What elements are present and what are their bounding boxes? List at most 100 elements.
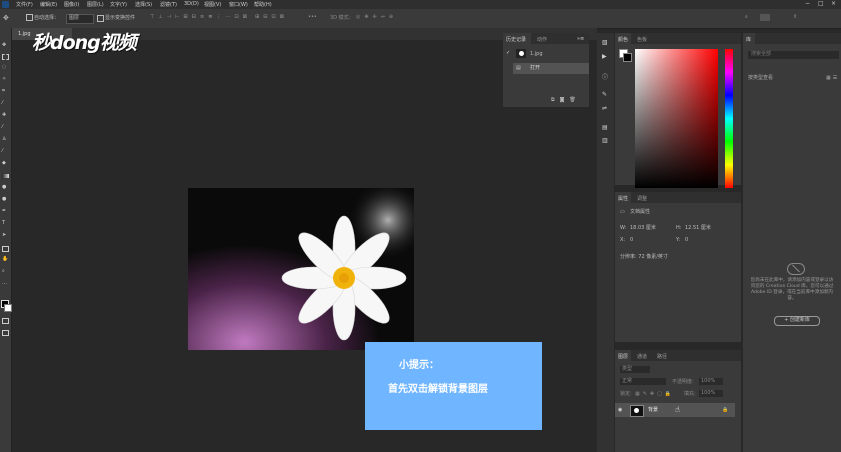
menu-window[interactable]: 窗口(W) — [229, 1, 248, 8]
menu-select[interactable]: 选择(S) — [135, 1, 152, 8]
ps-logo-icon[interactable] — [2, 1, 9, 8]
actions-panel-icon[interactable]: ▶ — [602, 53, 607, 60]
minimize-icon[interactable]: − — [805, 0, 810, 7]
color-field[interactable] — [635, 49, 718, 188]
y-label: Y: — [676, 237, 681, 243]
info-panel-icon[interactable]: ⓘ — [602, 72, 608, 81]
brush-icon[interactable]: ⁄ — [2, 124, 9, 130]
paragraph-panel-icon[interactable]: ▤ — [602, 124, 608, 131]
fill-input[interactable]: 100% — [699, 390, 723, 397]
dodge-icon[interactable]: ● — [2, 196, 9, 202]
view-toggle-icons[interactable]: ▦☰ — [826, 75, 839, 82]
snapshot-name[interactable]: 1.jpg — [530, 51, 543, 58]
layer-kind-filter[interactable]: 类型 — [620, 366, 650, 373]
eyedropper-icon[interactable]: ⁄ — [2, 100, 9, 106]
gradient-icon[interactable] — [2, 174, 9, 178]
bg-color-preview[interactable] — [623, 53, 632, 62]
history-brush-icon[interactable]: ⁄ — [2, 148, 9, 154]
tip-box: 小提示： 首先双击解锁背景图层 — [365, 342, 542, 430]
history-panel-icon[interactable]: ▧ — [602, 39, 608, 46]
view-by-type-dropdown[interactable]: 按类型查看 — [748, 75, 773, 82]
adjust-panel-icon[interactable]: ⇌ — [602, 105, 607, 112]
tab-libraries[interactable]: 库 — [746, 36, 751, 43]
tab-channels[interactable]: 通道 — [637, 353, 647, 360]
tab-color[interactable]: 颜色 — [618, 36, 628, 43]
history-step-row[interactable]: ▤ 打开 — [513, 63, 589, 74]
healing-icon[interactable]: ✚ — [2, 112, 9, 118]
lock-icons[interactable]: ▦✎✥▢🔒 — [635, 391, 674, 398]
search-icon[interactable]: ⌕ — [745, 14, 748, 21]
tools-panel: ✥ ◌ ✧ ⌗ ⁄ ✚ ⁄ ♙ ⁄ ◆ ● ● ✒ T ➤ ✋ ⌕ … — [0, 28, 12, 452]
layer-name[interactable]: 背景 — [648, 407, 658, 414]
history-footer-icons[interactable]: ⧉◙🗑 — [551, 97, 581, 104]
width-value[interactable]: 18.03 厘米 — [630, 225, 656, 232]
more-options-icon[interactable]: ••• — [308, 14, 317, 21]
blend-mode-select[interactable]: 正常 — [620, 378, 666, 385]
crop-icon[interactable]: ⌗ — [2, 88, 9, 94]
rectangle-icon[interactable] — [2, 246, 9, 252]
tab-paths[interactable]: 路径 — [657, 353, 667, 360]
menu-layer[interactable]: 图层(L) — [87, 1, 104, 8]
tab-properties[interactable]: 属性 — [618, 195, 628, 202]
workspace-icon[interactable] — [760, 14, 770, 21]
quick-mask-icon[interactable] — [2, 318, 9, 324]
flower-photo — [188, 188, 414, 350]
stamp-icon[interactable]: ♙ — [2, 136, 9, 142]
lasso-icon[interactable]: ◌ — [2, 64, 9, 70]
magic-wand-icon[interactable]: ✧ — [2, 76, 9, 82]
background-color-swatch[interactable] — [4, 304, 12, 312]
visibility-eye-icon[interactable]: ◉ — [618, 407, 622, 414]
options-bar: ✥ 自动选择： 图层 显示变换控件 ⊤⊥⊣⊢⊞⊟ ≡≣⋮⋯⊡⊠ ⊞⊟⊡⊠ •••… — [0, 9, 841, 29]
library-search-input[interactable]: 搜索全部 — [748, 51, 839, 59]
restore-icon[interactable]: □ — [818, 0, 824, 7]
pen-icon[interactable]: ✒ — [2, 208, 9, 214]
character-panel-icon[interactable]: ▥ — [602, 137, 608, 144]
more-tools-icon[interactable]: … — [2, 280, 9, 286]
snapshot-check-icon[interactable]: ✓ — [506, 50, 510, 57]
3d-mode-icons[interactable]: ◎✥✣⇔⊕ — [356, 14, 397, 21]
tab-history[interactable]: 历史记录 — [506, 36, 526, 43]
create-library-button[interactable]: + 创建新库 — [774, 316, 820, 326]
marquee-icon[interactable] — [2, 54, 9, 60]
x-value[interactable]: 0 — [630, 237, 633, 244]
align-icons[interactable]: ⊤⊥⊣⊢⊞⊟ — [150, 14, 200, 21]
opacity-input[interactable]: 100% — [699, 378, 723, 385]
width-label: W: — [620, 225, 627, 231]
panel-menu-icon[interactable]: »≡ — [577, 36, 584, 42]
show-transform-checkbox[interactable] — [97, 15, 104, 22]
distribute-more-icons[interactable]: ⊞⊟⊡⊠ — [255, 14, 288, 21]
zoom-icon[interactable]: ⌕ — [2, 268, 9, 274]
tab-adjustments[interactable]: 调整 — [637, 195, 647, 202]
close-icon[interactable]: × — [831, 0, 836, 7]
share-icon[interactable]: ⇪ — [793, 14, 797, 21]
screen-mode-icon[interactable] — [2, 330, 9, 336]
menu-3d[interactable]: 3D(D) — [184, 1, 199, 7]
menu-help[interactable]: 帮助(H) — [254, 1, 272, 8]
menu-image[interactable]: 图像(I) — [64, 1, 79, 8]
auto-select-checkbox[interactable] — [26, 14, 33, 21]
tab-actions[interactable]: 动作 — [537, 36, 547, 43]
type-icon[interactable]: T — [2, 220, 9, 226]
blur-icon[interactable]: ● — [2, 184, 9, 190]
distribute-icons[interactable]: ≡≣⋮⋯⊡⊠ — [200, 14, 251, 21]
move-tool-icon[interactable]: ✥ — [3, 14, 9, 22]
menu-view[interactable]: 视图(V) — [204, 1, 221, 8]
path-select-icon[interactable]: ➤ — [2, 232, 9, 238]
tab-layers[interactable]: 图层 — [618, 353, 628, 360]
eraser-icon[interactable]: ◆ — [2, 160, 9, 166]
layer-lock-icon[interactable]: 🔒 — [722, 407, 728, 414]
hand-icon[interactable]: ✋ — [2, 256, 9, 262]
menu-edit[interactable]: 编辑(E) — [40, 1, 57, 8]
brush-settings-icon[interactable]: ✎ — [602, 91, 607, 98]
height-value[interactable]: 12.51 厘米 — [685, 225, 711, 232]
tab-swatches[interactable]: 色板 — [637, 36, 647, 43]
move-icon[interactable]: ✥ — [2, 42, 9, 48]
menu-file[interactable]: 文件(F) — [16, 1, 33, 8]
hue-slider[interactable] — [725, 49, 733, 188]
tip-text: 首先双击解锁背景图层 — [388, 384, 488, 395]
auto-select-dropdown[interactable]: 图层 — [66, 14, 94, 24]
menu-type[interactable]: 文字(Y) — [110, 1, 127, 8]
y-value[interactable]: 0 — [685, 237, 688, 244]
canvas-image[interactable] — [188, 188, 414, 350]
menu-filter[interactable]: 滤镜(T) — [160, 1, 177, 8]
